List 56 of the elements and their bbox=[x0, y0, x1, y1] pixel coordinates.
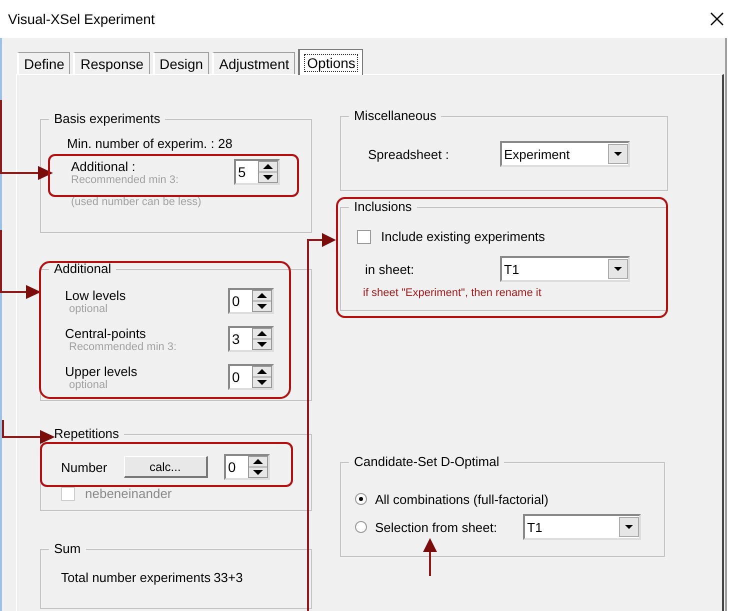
checkbox-label: Include existing experiments bbox=[381, 229, 546, 244]
spin-field[interactable]: 0 bbox=[228, 364, 274, 390]
group-title: Basis experiments bbox=[49, 111, 166, 126]
tab[interactable]: Adjustment bbox=[212, 52, 296, 74]
field-label: Central-points bbox=[65, 326, 147, 341]
radio-label: All combinations (full-factorial) bbox=[375, 492, 548, 506]
caret-icon bbox=[608, 144, 628, 164]
sum-value: 33+3 bbox=[214, 570, 243, 585]
group-title: Miscellaneous bbox=[349, 108, 442, 123]
field-label: Number bbox=[61, 460, 108, 474]
spin-arrows-icon bbox=[252, 290, 272, 312]
spin-field[interactable]: 0 bbox=[228, 288, 274, 314]
note-text: if sheet "Experiment", then rename it bbox=[363, 287, 542, 299]
hint-text: optional bbox=[69, 379, 109, 391]
window-title: Visual-XSel Experiment bbox=[8, 11, 155, 27]
dropdown-field[interactable]: T1 bbox=[523, 514, 642, 540]
spin-field[interactable]: 3 bbox=[228, 326, 274, 352]
field-label: Spreadsheet : bbox=[368, 146, 449, 162]
field-label: Additional : bbox=[71, 159, 136, 174]
min-count-text: Min. number of experim. : 28 bbox=[67, 136, 234, 151]
dropdown-field[interactable]: T1 bbox=[500, 256, 630, 282]
close-icon[interactable] bbox=[709, 11, 725, 27]
tab[interactable]: Define bbox=[17, 52, 70, 74]
radio-label: Selection from sheet: bbox=[375, 520, 498, 534]
group-title: Inclusions bbox=[349, 199, 417, 214]
caret-icon bbox=[608, 259, 628, 279]
spin-arrows-icon bbox=[252, 328, 272, 350]
hint-text: Recommended min 3: bbox=[69, 341, 177, 353]
spin-field[interactable]: 0 bbox=[224, 454, 270, 480]
tab[interactable]: Design bbox=[152, 52, 210, 74]
spin-field[interactable]: 5 bbox=[234, 159, 280, 185]
hint-text: Recommended min 3: bbox=[71, 174, 179, 186]
field-label: Low levels bbox=[65, 288, 126, 303]
radio-button[interactable] bbox=[355, 521, 367, 533]
field-label: Upper levels bbox=[65, 364, 138, 379]
spin-arrows-icon bbox=[252, 366, 272, 388]
group-title: Candidate-Set D-Optimal bbox=[349, 454, 504, 469]
spin-arrows-icon bbox=[248, 456, 268, 478]
group-title: Sum bbox=[49, 541, 86, 556]
caret-icon bbox=[619, 517, 640, 537]
sum-label: Total number experiments bbox=[61, 570, 211, 585]
annotation-arrow bbox=[0, 230, 41, 299]
checkbox[interactable] bbox=[357, 230, 371, 244]
checkbox-label: nebeneinander bbox=[85, 486, 172, 501]
calc-button[interactable]: calc... bbox=[124, 456, 208, 478]
annotation-arrow bbox=[423, 538, 437, 576]
group-title: Repetitions bbox=[49, 426, 124, 441]
field-label: in sheet: bbox=[365, 262, 414, 276]
annotation-arrow bbox=[2, 420, 55, 444]
radio-button[interactable] bbox=[355, 493, 367, 505]
tab[interactable]: Options bbox=[298, 49, 364, 75]
note-text: (used number can be less) bbox=[71, 196, 202, 208]
hint-text: optional bbox=[69, 303, 109, 315]
dropdown-field[interactable]: Experiment bbox=[500, 141, 630, 167]
spin-arrows-icon bbox=[258, 161, 278, 183]
tab[interactable]: Response bbox=[73, 52, 150, 74]
